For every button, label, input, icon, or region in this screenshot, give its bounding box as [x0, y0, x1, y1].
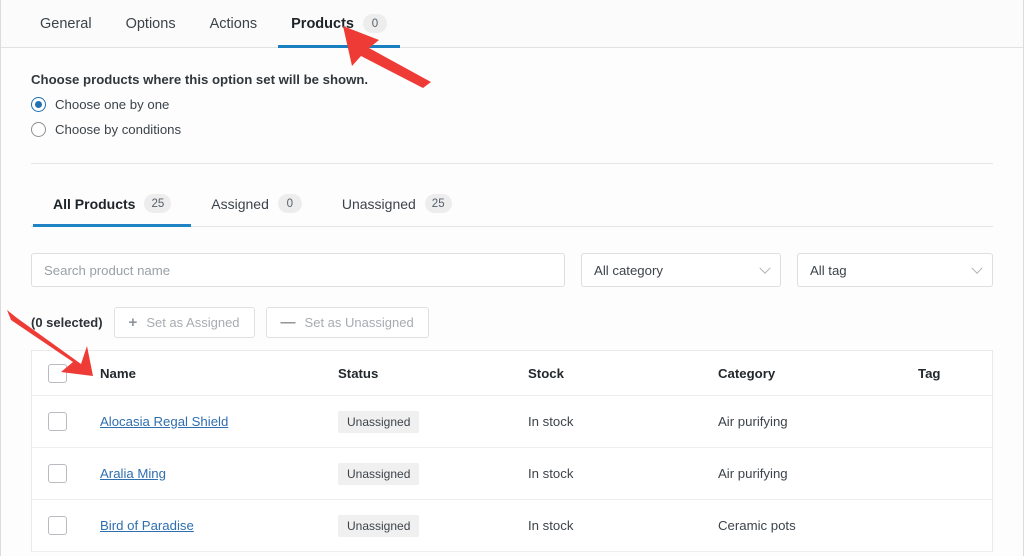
row-select-cell [48, 516, 100, 535]
status-badge: Unassigned [338, 462, 420, 485]
filter-bar: All category All tag [31, 253, 993, 287]
radio-choose-by-conditions-label: Choose by conditions [55, 122, 182, 137]
radio-choose-by-conditions[interactable]: Choose by conditions [31, 122, 993, 137]
cell-category: Air purifying [718, 466, 788, 481]
row-select-cell [48, 464, 100, 483]
cell-category: Ceramic pots [718, 518, 796, 533]
set-as-unassigned-label: Set as Unassigned [304, 315, 414, 330]
panel-content: Choose products where this option set wi… [1, 72, 1023, 552]
cell-status: Unassigned [338, 410, 528, 433]
cell-status: Unassigned [338, 462, 528, 485]
tag-select-value: All tag [809, 262, 847, 278]
active-subtab-underline [33, 224, 192, 227]
tab-actions[interactable]: Actions [193, 0, 275, 48]
search-input[interactable] [31, 253, 566, 287]
radio-on-icon[interactable] [31, 97, 46, 112]
subtab-all-products[interactable]: All Products 25 [33, 190, 192, 227]
category-select[interactable]: All category [581, 253, 781, 287]
instructions-heading: Choose products where this option set wi… [31, 72, 369, 87]
status-badge: Unassigned [338, 514, 420, 537]
tag-select[interactable]: All tag [796, 253, 993, 287]
tab-actions-label: Actions [209, 15, 258, 32]
top-tab-bar: General Options Actions Products 0 [1, 0, 1023, 48]
selected-count-label: (0 selected) [31, 315, 103, 330]
chevron-down-icon [971, 262, 983, 274]
subtab-all-products-label: All Products [53, 195, 136, 212]
subtab-all-products-badge: 25 [144, 194, 172, 213]
select-all-checkbox[interactable] [48, 363, 67, 383]
row-checkbox[interactable] [48, 464, 67, 483]
active-tab-underline [278, 44, 400, 48]
radio-choose-one-by-one[interactable]: Choose one by one [31, 97, 993, 112]
cell-stock: In stock [528, 414, 574, 429]
table-row: Alocasia Regal Shield Unassigned In stoc… [32, 396, 992, 448]
products-panel: General Options Actions Products 0 Choos… [0, 0, 1024, 556]
category-select-value: All category [594, 262, 663, 278]
chevron-down-icon [759, 262, 771, 274]
subtab-unassigned-label: Unassigned [341, 195, 416, 212]
product-filter-tabs: All Products 25 Assigned 0 Unassigned 25 [31, 190, 993, 227]
product-link[interactable]: Bird of Paradise [100, 518, 194, 533]
subtab-assigned[interactable]: Assigned 0 [191, 190, 322, 226]
subtab-assigned-label: Assigned [211, 195, 269, 212]
minus-icon: — [280, 314, 296, 331]
subtab-assigned-badge: 0 [277, 194, 302, 213]
subtab-unassigned[interactable]: Unassigned 25 [322, 190, 472, 226]
column-header-tag[interactable]: Tag [918, 366, 992, 381]
radio-off-icon[interactable] [31, 122, 46, 137]
column-header-category[interactable]: Category [718, 366, 918, 381]
product-link[interactable]: Aralia Ming [100, 466, 166, 481]
tab-general[interactable]: General [23, 0, 109, 48]
cell-name: Aralia Ming [100, 465, 338, 483]
column-header-name[interactable]: Name [100, 366, 338, 381]
tab-products-label: Products [291, 15, 354, 32]
tab-options-label: Options [125, 15, 176, 32]
table-row: Bird of Paradise Unassigned In stock Cer… [32, 500, 992, 552]
section-divider [31, 163, 993, 164]
bulk-action-bar: (0 selected) + Set as Assigned — Set as … [31, 307, 993, 338]
tab-products[interactable]: Products 0 [274, 0, 404, 48]
cell-category: Air purifying [718, 414, 788, 429]
set-as-unassigned-button[interactable]: — Set as Unassigned [265, 307, 429, 338]
row-checkbox[interactable] [48, 412, 67, 431]
row-select-cell [48, 412, 100, 431]
plus-icon: + [128, 314, 138, 331]
radio-choose-one-by-one-label: Choose one by one [55, 97, 170, 112]
row-checkbox[interactable] [48, 516, 67, 535]
set-as-assigned-label: Set as Assigned [146, 315, 240, 330]
table-header-row: Name Status Stock Category Tag [32, 351, 992, 396]
tab-options[interactable]: Options [109, 0, 193, 48]
select-all-cell [48, 363, 100, 383]
product-link[interactable]: Alocasia Regal Shield [100, 414, 228, 429]
cell-status: Unassigned [338, 514, 528, 537]
column-header-status[interactable]: Status [338, 366, 528, 381]
column-header-stock[interactable]: Stock [528, 366, 718, 381]
tab-products-badge: 0 [362, 14, 387, 33]
cell-stock: In stock [528, 518, 574, 533]
products-table: Name Status Stock Category Tag Alocasia … [31, 350, 993, 552]
cell-name: Bird of Paradise [100, 517, 338, 535]
subtab-unassigned-badge: 25 [424, 194, 452, 213]
cell-name: Alocasia Regal Shield [100, 413, 338, 431]
cell-stock: In stock [528, 466, 574, 481]
tab-general-label: General [40, 15, 92, 32]
table-row: Aralia Ming Unassigned In stock Air puri… [32, 448, 992, 500]
status-badge: Unassigned [338, 410, 420, 433]
set-as-assigned-button[interactable]: + Set as Assigned [113, 307, 255, 338]
